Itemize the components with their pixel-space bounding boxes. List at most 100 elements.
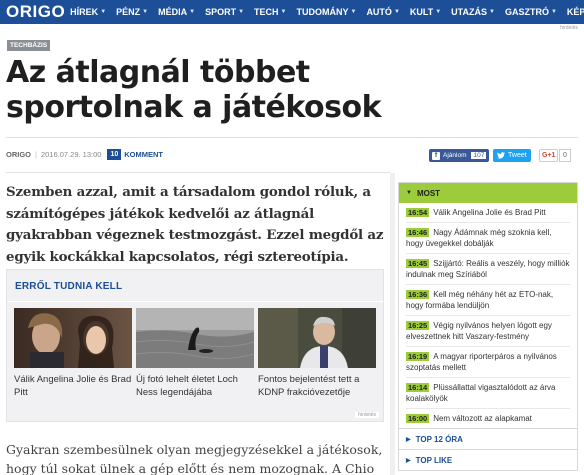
twitter-icon — [497, 152, 505, 159]
news-time: 16:54 — [406, 208, 430, 217]
caret-down-icon: ▼ — [435, 9, 442, 15]
nav-item-label: GASZTRÓ — [504, 7, 549, 17]
divider — [6, 172, 390, 173]
news-item[interactable]: 16:19 A magyar riporterpáros a nyilvános … — [406, 347, 570, 378]
meta-separator: | — [35, 150, 37, 159]
nav-item-label: TUDOMÁNY — [296, 7, 349, 17]
related-caption[interactable]: Új fotó lehelt életet Loch Ness legendáj… — [136, 373, 254, 399]
tab-toplike[interactable]: ▶ TOP LIKE — [399, 449, 577, 470]
nav-item-label: SPORT — [205, 7, 237, 17]
news-title[interactable]: Nem változott az alapkamat — [433, 414, 532, 423]
nav-item-label: TECH — [254, 7, 279, 17]
caret-down-icon: ▼ — [393, 9, 400, 15]
caret-down-icon: ▼ — [489, 9, 495, 15]
news-item[interactable]: 16:54 Válik Angelina Jolie és Brad Pitt — [406, 203, 570, 223]
caret-down-icon: ▼ — [142, 9, 149, 15]
nav-item-label: UTAZÁS — [451, 7, 488, 17]
tab-top12-label: TOP 12 ÓRA — [415, 434, 463, 444]
nav-item-kep[interactable]: KÉP▼ — [562, 7, 584, 17]
related-thumbnail[interactable] — [258, 308, 376, 368]
article-title: Az átlagnál többet sportolnak a játékoso… — [6, 55, 382, 125]
article-date: 2016.07.29. 13:00 — [40, 150, 102, 159]
news-item[interactable]: 16:46 Nagy Ádámnak még szoknia kell, hogy… — [406, 223, 570, 254]
nav-item-hirek[interactable]: HÍREK ▼ — [65, 7, 111, 17]
nav-menu: HÍREK ▼ PÉNZ ▼ MÉDIA ▼ SPORT ▼ TECH ▼ TUDOMÁN… — [65, 0, 584, 24]
divider — [7, 301, 383, 302]
article-meta: ORIGO | 2016.07.29. 13:00 10 KOMMENT — [6, 149, 163, 160]
caret-down-icon: ▼ — [350, 9, 357, 15]
category-tag[interactable]: TECHBÁZIS — [7, 40, 51, 51]
nav-item-gasztro[interactable]: GASZTRÓ ▼ — [500, 7, 562, 17]
news-item[interactable]: 16:25 Végig nyilvános helyen lógott egy e… — [406, 316, 570, 347]
news-item[interactable]: 16:36 Kell még néhány hét az ETO-nak, hog… — [406, 285, 570, 316]
related-title: ERRŐL TUDNIA KELL — [15, 281, 123, 292]
news-time: 16:00 — [406, 414, 430, 423]
tab-most[interactable]: ▼ MOST — [399, 183, 577, 203]
tab-toplike-label: TOP LIKE — [415, 455, 453, 465]
nav-item-penz[interactable]: PÉNZ ▼ — [111, 7, 153, 17]
news-item[interactable]: 16:00 Nem változott az alapkamat — [406, 409, 570, 428]
article-source: ORIGO — [6, 150, 32, 159]
nav-item-label: KULT — [409, 7, 434, 17]
news-list: 16:54 Válik Angelina Jolie és Brad Pitt 1… — [399, 203, 577, 428]
nav-item-sport[interactable]: SPORT ▼ — [200, 7, 249, 17]
ad-label: hirdetés — [560, 25, 578, 31]
nav-item-media[interactable]: MÉDIA ▼ — [153, 7, 200, 17]
comment-count-badge[interactable]: 10 — [107, 149, 122, 160]
tab-top12[interactable]: ▶ TOP 12 ÓRA — [399, 428, 577, 449]
site-logo[interactable]: ORIGO — [0, 2, 65, 22]
caret-down-icon: ▼ — [280, 9, 287, 15]
gplus-button[interactable]: G+1 — [539, 149, 559, 162]
caret-down-icon: ▼ — [189, 9, 196, 15]
nav-item-utazas[interactable]: UTAZÁS ▼ — [446, 7, 500, 17]
news-item[interactable]: 16:14 Plüssállattal vigasztalódott az árv… — [406, 378, 570, 409]
triangle-right-icon: ▶ — [406, 436, 411, 443]
nav-item-tech[interactable]: TECH ▼ — [249, 7, 291, 17]
nav-item-label: PÉNZ — [116, 7, 141, 17]
related-thumbnail[interactable] — [14, 308, 132, 368]
tweet-button[interactable]: Tweet — [493, 149, 531, 162]
news-item[interactable]: 16:45 Szijjártó: Reális a veszély, hogy m… — [406, 254, 570, 285]
gplus-count: 0 — [559, 149, 571, 162]
news-time: 16:45 — [406, 259, 430, 268]
related-caption[interactable]: Válik Angelina Jolie és Brad Pitt — [14, 373, 132, 399]
news-time: 16:14 — [406, 383, 430, 392]
news-time: 16:36 — [406, 290, 430, 299]
triangle-right-icon: ▶ — [406, 457, 411, 464]
article-body: Gyakran szembesülnek olyan megjegyzésekk… — [6, 442, 383, 475]
nav-item-label: AUTÓ — [366, 7, 392, 17]
related-articles-box: ERRŐL TUDNIA KELL Válik Angelina Jolie é… — [6, 269, 384, 422]
nav-item-label: KÉP — [566, 7, 584, 17]
related-thumbnail[interactable] — [136, 308, 254, 368]
ad-label: hirdetés — [355, 412, 379, 418]
scrollbar[interactable] — [390, 173, 395, 475]
caret-down-icon: ▼ — [238, 9, 245, 15]
facebook-label: Ajánlom — [443, 152, 467, 159]
nav-item-kult[interactable]: KULT ▼ — [405, 7, 446, 17]
caret-down-icon: ▼ — [100, 9, 107, 15]
news-time: 16:25 — [406, 321, 430, 330]
nav-item-label: HÍREK — [70, 7, 99, 17]
nav-item-auto[interactable]: AUTÓ ▼ — [361, 7, 404, 17]
facebook-count: 107 — [471, 152, 487, 159]
facebook-icon: f — [432, 151, 440, 160]
top-navigation: ORIGO HÍREK ▼ PÉNZ ▼ MÉDIA ▼ SPORT ▼ TECH ▼ T… — [0, 0, 584, 24]
triangle-down-icon: ▼ — [406, 190, 412, 196]
nav-item-tudomany[interactable]: TUDOMÁNY ▼ — [291, 7, 361, 17]
divider — [6, 137, 578, 138]
caret-down-icon: ▼ — [550, 9, 557, 15]
related-caption[interactable]: Fontos bejelentést tett a KDNP frakcióve… — [258, 373, 376, 399]
related-card[interactable]: Válik Angelina Jolie és Brad Pitt — [14, 308, 132, 399]
article-lead: Szemben azzal, amit a társadalom gondol … — [6, 184, 384, 265]
nav-item-label: MÉDIA — [158, 7, 188, 17]
related-card[interactable]: Új fotó lehelt életet Loch Ness legendáj… — [136, 308, 254, 399]
tweet-label: Tweet — [508, 152, 527, 159]
facebook-like-button[interactable]: f Ajánlom 107 — [429, 149, 490, 162]
news-time: 16:19 — [406, 352, 430, 361]
related-card[interactable]: Fontos bejelentést tett a KDNP frakcióve… — [258, 308, 376, 399]
news-title[interactable]: Szijjártó: Reális a veszély, hogy millió… — [406, 259, 570, 279]
news-time: 16:46 — [406, 228, 430, 237]
news-title[interactable]: Válik Angelina Jolie és Brad Pitt — [433, 208, 546, 217]
tab-most-label: MOST — [416, 188, 441, 198]
comment-link[interactable]: KOMMENT — [124, 150, 163, 159]
